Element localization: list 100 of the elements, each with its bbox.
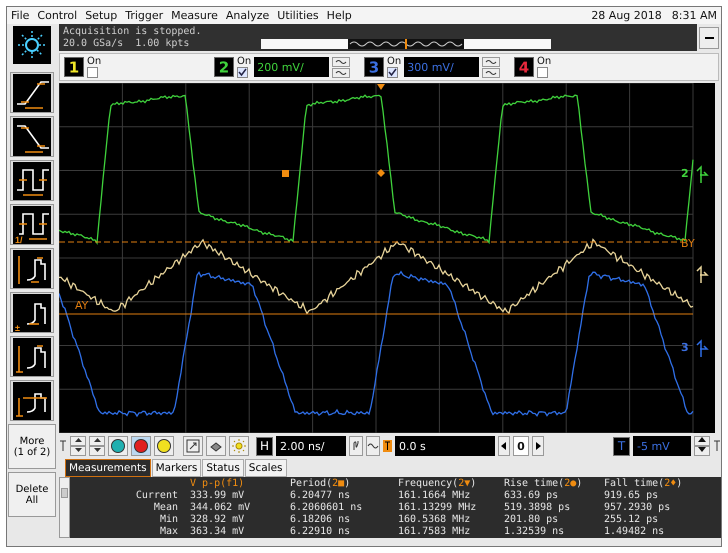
table-cell-text: 161.7583 MHz — [398, 526, 472, 538]
fine-button[interactable] — [349, 436, 363, 456]
coupling-button[interactable] — [332, 68, 350, 78]
menu-item[interactable]: Utilities — [277, 9, 319, 22]
down-button[interactable] — [70, 446, 86, 456]
measurement-tool-button[interactable] — [10, 116, 54, 157]
measurement-tool-button[interactable] — [10, 336, 54, 377]
channel-button[interactable]: 3 — [364, 57, 384, 77]
down-button[interactable] — [89, 446, 105, 456]
minimize-button[interactable] — [699, 26, 719, 48]
menu-item[interactable]: Trigger — [125, 9, 164, 22]
waveform-display[interactable]: BY AY 2 3 — [59, 83, 715, 433]
measurement-tool-button[interactable] — [10, 380, 54, 421]
coupling-button[interactable] — [482, 56, 500, 66]
on-label: On — [537, 56, 552, 67]
channel-button[interactable]: 1 — [64, 57, 84, 77]
column-header[interactable]: V p-p(f1) — [190, 478, 290, 490]
caret-up-icon — [698, 437, 706, 442]
menu-item[interactable]: Measure — [171, 9, 218, 22]
caret-up-icon — [74, 438, 82, 442]
wave-icon — [367, 442, 379, 450]
row-label: Mean — [152, 502, 179, 514]
acquisition-status: Acquisition is stopped. — [63, 26, 202, 38]
logo-icon[interactable] — [13, 26, 51, 64]
time-text: 8:31 AM — [672, 9, 717, 22]
row-label: Max — [158, 526, 179, 538]
table-cell-text: 6.2060601 ns — [290, 502, 364, 514]
caret-down-icon — [74, 448, 82, 452]
overview-bar[interactable] — [261, 38, 551, 48]
next-button[interactable] — [532, 436, 544, 456]
menu-item[interactable]: Setup — [85, 9, 118, 22]
time-scale-field[interactable]: 2.00 ns/ — [276, 436, 346, 456]
scale-field[interactable]: 200 mV/ — [254, 57, 330, 77]
fall-marker-icon — [377, 169, 385, 177]
table-cell-text: 333.99 mV — [190, 490, 246, 502]
table-cell-text: 160.5368 MHz — [398, 514, 472, 526]
measurement-tool-button[interactable]: 1/ — [10, 204, 54, 245]
coupling-button[interactable] — [332, 56, 350, 66]
trigger-edge-icon[interactable] — [713, 440, 721, 452]
delay-field[interactable]: 0.0 s — [395, 436, 495, 456]
trace-label: 2 — [681, 167, 689, 180]
step-value[interactable]: 0 — [513, 436, 529, 456]
channel-button[interactable]: 2 — [214, 57, 234, 77]
table-cell-text: 328.92 mV — [190, 514, 246, 526]
side-button[interactable]: Delete All — [8, 472, 56, 517]
table-cell-text: 363.34 mV — [190, 526, 246, 538]
channel-checkbox[interactable] — [237, 67, 248, 78]
on-label: On — [87, 56, 102, 67]
wave-button[interactable] — [366, 436, 380, 456]
previous-button[interactable] — [498, 436, 510, 456]
wave-icon — [485, 58, 498, 64]
tab[interactable]: Status — [202, 459, 244, 477]
print-button[interactable] — [206, 436, 226, 456]
up-button[interactable] — [89, 436, 105, 446]
color-dot-button[interactable] — [108, 436, 128, 456]
measurement-tool-button[interactable] — [10, 160, 54, 201]
channel-checkbox[interactable] — [387, 67, 398, 78]
sun-icon — [232, 439, 246, 453]
scale-field[interactable]: 300 mV/ — [404, 57, 480, 77]
scrollbar[interactable] — [59, 477, 70, 538]
channel-checkbox[interactable] — [87, 67, 98, 78]
screenshot-icon — [186, 439, 200, 453]
measurement-tool-button[interactable] — [10, 248, 54, 289]
table-cell-text: 957.2930 ps — [604, 502, 672, 514]
table-cell-text: 161.13299 MHz — [398, 502, 478, 514]
column-header[interactable]: Fall time(2♦) — [604, 478, 704, 490]
channel-button[interactable]: 4 — [514, 57, 534, 77]
trigger-edge-icon[interactable] — [59, 440, 67, 452]
tab[interactable]: Scales — [244, 459, 287, 477]
table-cell-text: 6.18206 ns — [290, 514, 352, 526]
measurement-tool-button[interactable] — [10, 72, 54, 113]
measurement-tool-button[interactable]: ± — [10, 292, 54, 333]
channel-offset-icon[interactable] — [696, 165, 709, 184]
screenshot-button[interactable] — [183, 436, 203, 456]
trigger-reference-icon[interactable] — [383, 440, 392, 452]
memory-depth-text: 1.00 kpts — [135, 38, 190, 50]
channel-checkbox[interactable] — [537, 67, 548, 78]
on-label: On — [387, 56, 402, 67]
coupling-button[interactable] — [482, 68, 500, 78]
up-button[interactable] — [70, 436, 86, 446]
up-button[interactable] — [694, 436, 710, 446]
menu-item[interactable]: Help — [326, 9, 352, 22]
column-header[interactable]: Rise time(2●) — [504, 478, 604, 490]
column-header[interactable]: Frequency(2▼) — [398, 478, 504, 490]
column-header[interactable]: Period(2■) — [290, 478, 398, 490]
row-label: Min — [158, 514, 179, 526]
trigger-level-field[interactable]: -5 mV — [633, 436, 691, 456]
down-button[interactable] — [694, 446, 710, 456]
table-cell-text: 633.69 ps — [504, 490, 560, 502]
caret-down-icon — [94, 448, 100, 452]
color-dot-button[interactable] — [131, 436, 151, 456]
tab[interactable]: Measurements — [65, 459, 151, 477]
menu-item[interactable]: File — [11, 9, 30, 22]
menu-item[interactable]: Control — [37, 9, 78, 22]
menu-item[interactable]: Analyze — [226, 9, 270, 22]
table-cell-text: 519.3898 ps — [504, 502, 572, 514]
color-dot-button[interactable] — [154, 436, 174, 456]
side-button[interactable]: More (1 of 2) — [8, 424, 56, 469]
tab[interactable]: Markers — [152, 459, 202, 477]
marker-label: AY — [75, 299, 88, 312]
